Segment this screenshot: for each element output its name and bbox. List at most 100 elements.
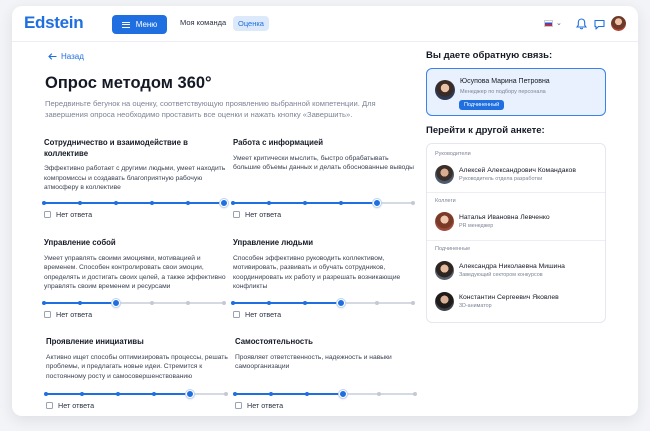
slider-step[interactable] [411,301,415,305]
slider-step[interactable] [150,301,154,305]
slider-step[interactable] [224,392,228,396]
rating-slider[interactable] [231,298,415,308]
competency-card: Проявление инициативы Активно ищет способ… [44,337,228,410]
checkbox-box[interactable] [46,402,53,409]
group-label-managers: Руководители [435,151,471,157]
competency-card: Управление собой Умеет управлять своими э… [42,238,226,319]
rating-slider[interactable] [42,298,226,308]
slider-handle[interactable] [373,199,381,207]
chat-icon[interactable] [592,17,606,31]
person-name: Константин Сергеевич Яковлев [459,294,559,301]
no-answer-checkbox[interactable]: Нет ответа [235,401,283,410]
competency-description: Способен эффективно руководить коллектив… [233,254,401,291]
divider [427,192,605,193]
competency-description: Активно ищет способы оптимизировать проц… [46,353,228,380]
slider-step[interactable] [150,201,154,205]
competency-description: Эффективно работает с другими людьми, ум… [44,165,226,192]
avatar [435,261,454,280]
slider-step[interactable] [186,301,190,305]
no-answer-label: Нет ответа [58,401,95,410]
competency-title: Проявление инициативы [46,337,144,346]
slider-step[interactable] [116,392,120,396]
slider-step[interactable] [267,301,271,305]
slider-handle[interactable] [186,390,194,398]
avatar [435,165,454,184]
no-answer-checkbox[interactable]: Нет ответа [233,310,281,319]
slider-step[interactable] [413,392,417,396]
slider-step[interactable] [375,301,379,305]
bell-icon[interactable] [574,17,588,31]
checkbox-box[interactable] [233,311,240,318]
no-answer-checkbox[interactable]: Нет ответа [46,401,94,410]
person-name: Александра Николаевна Мишина [459,263,565,270]
slider-step[interactable] [267,201,271,205]
list-item[interactable]: Алексей Александрович Командаков Руковод… [435,163,600,187]
person-name: Наталья Ивановна Левченко [459,214,550,221]
slider-step[interactable] [42,301,46,305]
app-window: Edstein Меню Моя команда Оценка ⌄ Назад … [12,6,638,416]
competency-card: Управление людьми Способен эффективно рук… [231,238,415,319]
rating-slider[interactable] [44,389,228,399]
chevron-down-icon[interactable]: ⌄ [556,19,562,27]
slider-handle[interactable] [220,199,228,207]
no-answer-checkbox[interactable]: Нет ответа [233,210,281,219]
survey-list: Руководители Алексей Александрович Коман… [426,143,606,323]
no-answer-checkbox[interactable]: Нет ответа [44,210,92,219]
slider-step[interactable] [80,392,84,396]
no-answer-label: Нет ответа [245,210,282,219]
slider-step[interactable] [339,201,343,205]
rating-slider[interactable] [231,198,415,208]
person-role: 3D-аниматор [459,303,492,309]
slider-step[interactable] [186,201,190,205]
rating-slider[interactable] [42,198,228,208]
checkbox-box[interactable] [44,311,51,318]
slider-handle[interactable] [339,390,347,398]
feedback-target-name: Юсупова Марина Петровна [460,78,550,85]
no-answer-label: Нет ответа [56,310,93,319]
slider-step[interactable] [152,392,156,396]
nav-my-team[interactable]: Моя команда [180,18,226,27]
slider-step[interactable] [44,392,48,396]
slider-step[interactable] [42,201,46,205]
nav-evaluation[interactable]: Оценка [233,16,269,31]
back-link[interactable]: Назад [48,52,84,61]
rating-slider[interactable] [233,389,417,399]
logo[interactable]: Edstein [24,13,84,33]
avatar [435,212,454,231]
user-avatar[interactable] [611,16,626,31]
checkbox-box[interactable] [233,211,240,218]
slider-step[interactable] [231,201,235,205]
top-bar: Edstein Меню Моя команда Оценка ⌄ [12,6,638,42]
slider-step[interactable] [78,201,82,205]
slider-step[interactable] [303,301,307,305]
slider-step[interactable] [305,392,309,396]
slider-step[interactable] [377,392,381,396]
language-flag-icon[interactable] [544,20,553,27]
slider-step[interactable] [78,301,82,305]
slider-step[interactable] [269,392,273,396]
slider-handle[interactable] [112,299,120,307]
feedback-heading: Вы даете обратную связь: [426,50,553,61]
menu-button[interactable]: Меню [112,15,167,34]
no-answer-checkbox[interactable]: Нет ответа [44,310,92,319]
list-item[interactable]: Наталья Ивановна Левченко PR менеджер [435,210,600,234]
no-answer-label: Нет ответа [245,310,282,319]
checkbox-box[interactable] [44,211,51,218]
slider-step[interactable] [303,201,307,205]
competency-title: Самостоятельность [235,337,313,346]
slider-step[interactable] [233,392,237,396]
list-item[interactable]: Александра Николаевна Мишина Заведующий … [435,259,600,283]
slider-step[interactable] [222,301,226,305]
status-badge: Подчиненный [459,100,505,110]
slider-step[interactable] [231,301,235,305]
slider-step[interactable] [411,201,415,205]
checkbox-box[interactable] [235,402,242,409]
slider-step[interactable] [114,201,118,205]
competency-title: Сотрудничество и взаимодействие в коллек… [44,138,188,158]
list-item[interactable]: Константин Сергеевич Яковлев 3D-аниматор [435,290,600,314]
competency-description: Проявляет ответственность, надежность и … [235,353,392,371]
slider-handle[interactable] [337,299,345,307]
slider-fill [44,202,224,204]
competency-title: Управление собой [44,238,116,247]
person-name: Алексей Александрович Командаков [459,167,576,174]
